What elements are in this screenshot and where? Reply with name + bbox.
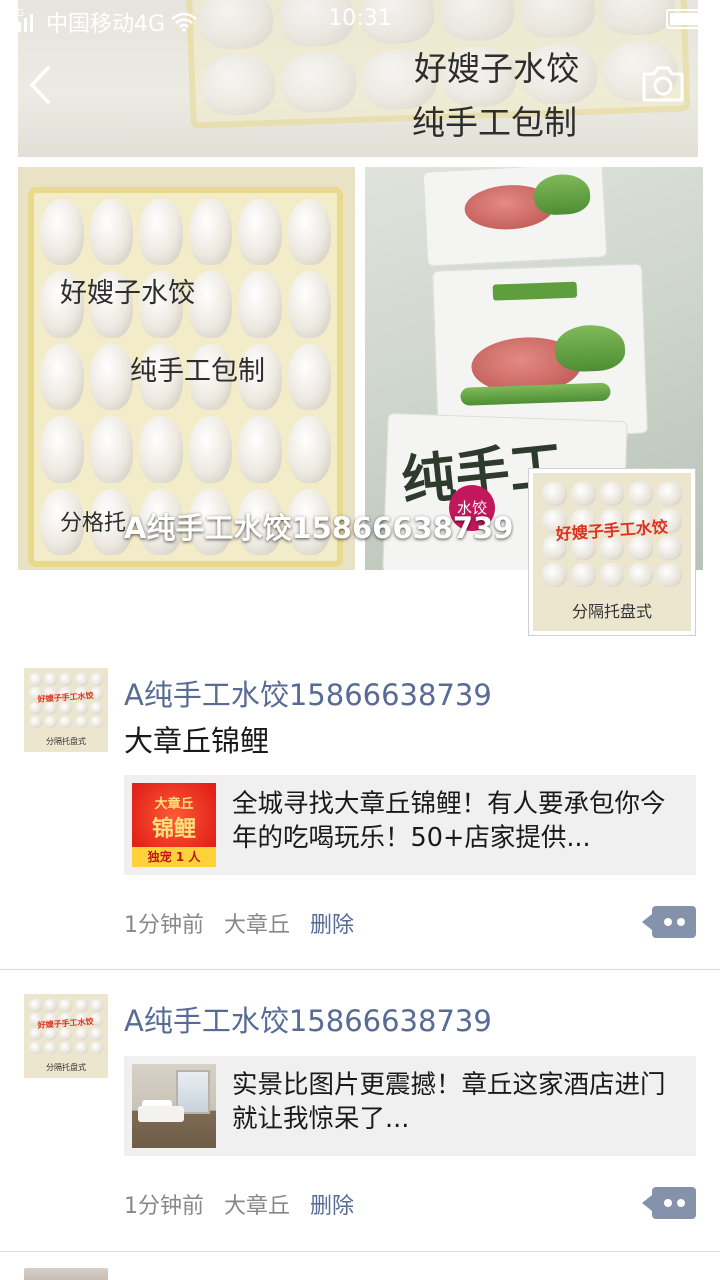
shared-link-card[interactable]: 大章丘 锦鲤 独宠 1 人 全城寻找大章丘锦鲤！有人要承包你今年的吃喝玩乐！50… <box>124 775 696 875</box>
photo-caption: 纯手工包制 <box>412 103 577 142</box>
moments-feed: 好嫂子手工水饺 分隔托盘式 A纯手工水饺15866638739 大章丘锦鲤 大章… <box>0 640 720 1280</box>
camera-button[interactable] <box>640 64 686 104</box>
post-location[interactable]: 大章丘 <box>224 907 290 939</box>
comment-icon <box>677 918 685 926</box>
battery-icon <box>666 9 710 29</box>
moment-post-partial <box>0 1252 720 1280</box>
package-image <box>432 263 648 441</box>
moment-post: 好嫂子手工水饺 分隔托盘式 A纯手工水饺15866638739 大章丘锦鲤 大章… <box>0 640 720 970</box>
delete-button[interactable]: 删除 <box>310 1188 354 1220</box>
camera-icon <box>642 66 684 102</box>
comment-icon <box>664 1199 672 1207</box>
thumb-text: 独宠 1 人 <box>132 847 216 867</box>
shared-link-card[interactable]: 实景比图片更震撼！章丘这家酒店进门就让我惊呆了... <box>124 1056 696 1156</box>
comment-icon <box>664 918 672 926</box>
moment-post: 好嫂子手工水饺 分隔托盘式 A纯手工水饺15866638739 实景比图片更震撼… <box>0 970 720 1252</box>
link-thumbnail <box>132 1064 216 1148</box>
avatar-image: 好嫂子手工水饺 分隔托盘式 <box>533 473 691 631</box>
comment-icon <box>677 1199 685 1207</box>
post-time: 1分钟前 <box>124 913 204 938</box>
avatar-bottom-text: 分隔托盘式 <box>46 1062 86 1072</box>
delete-button[interactable]: 删除 <box>310 907 354 939</box>
photo-caption: 好嫂子水饺 <box>60 278 195 309</box>
avatar-bottom-text: 分隔托盘式 <box>571 601 652 621</box>
photo-caption: 好嫂子水饺 <box>414 49 579 88</box>
link-thumbnail: 大章丘 锦鲤 独宠 1 人 <box>132 783 216 867</box>
back-button[interactable] <box>20 60 64 110</box>
link-title: 全城寻找大章丘锦鲤！有人要承包你今年的吃喝玩乐！50+店家提供... <box>232 789 666 853</box>
avatar[interactable] <box>24 1268 108 1280</box>
avatar[interactable]: 好嫂子手工水饺 分隔托盘式 <box>24 994 108 1078</box>
comment-button[interactable] <box>642 1187 696 1219</box>
post-meta: 1分钟前 大章丘 删除 <box>124 1188 354 1220</box>
post-author[interactable]: A纯手工水饺15866638739 <box>124 998 492 1040</box>
post-time: 1分钟前 <box>124 1194 204 1219</box>
photo-caption: 分格托 <box>60 511 127 536</box>
thumb-text: 大章丘 <box>154 797 194 812</box>
avatar-image: 好嫂子手工水饺 分隔托盘式 <box>24 994 108 1078</box>
photo-caption: 纯手工包制 <box>130 356 265 387</box>
chevron-left-icon <box>30 66 50 104</box>
thumb-text: 锦鲤 <box>151 816 196 842</box>
package-image <box>422 167 608 267</box>
post-meta: 1分钟前 大章丘 删除 <box>124 907 354 939</box>
cover-avatar[interactable]: 好嫂子手工水饺 分隔托盘式 <box>528 468 696 636</box>
post-author[interactable]: A纯手工水饺15866638739 <box>124 672 492 714</box>
avatar-bottom-text: 分隔托盘式 <box>46 736 86 746</box>
status-time: 10:31 <box>328 6 392 31</box>
avatar[interactable]: 好嫂子手工水饺 分隔托盘式 <box>24 668 108 752</box>
avatar-image: 好嫂子手工水饺 分隔托盘式 <box>24 668 108 752</box>
status-bar: 4G 中国移动4G 10:31 <box>0 0 720 40</box>
post-location[interactable]: 大章丘 <box>224 1188 290 1220</box>
cover-profile-name: A纯手工水饺15866638739 <box>124 511 514 545</box>
battery-fill <box>670 13 699 25</box>
comment-button[interactable] <box>642 906 696 938</box>
link-title: 实景比图片更震撼！章丘这家酒店进门就让我惊呆了... <box>232 1070 666 1134</box>
post-text: 大章丘锦鲤 <box>124 724 270 758</box>
